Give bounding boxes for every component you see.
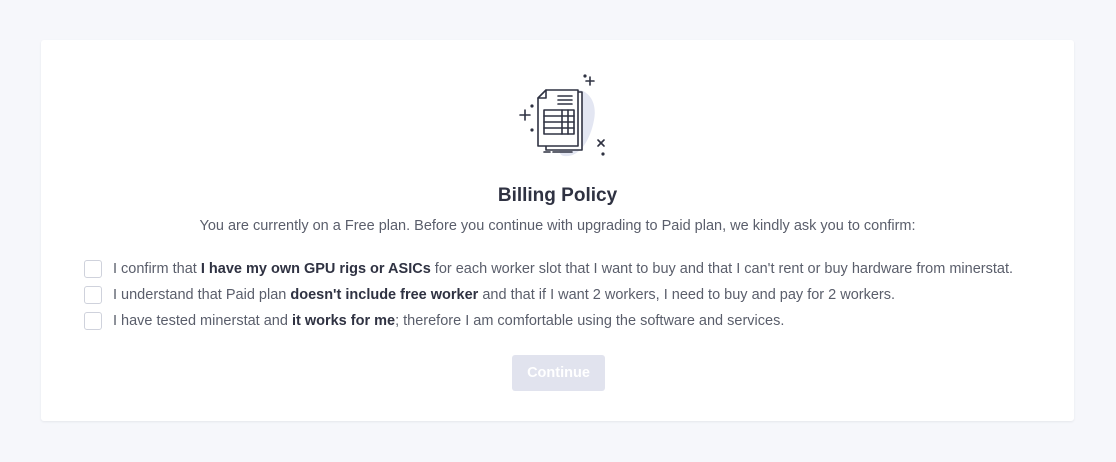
modal-title: Billing Policy [497,185,618,206]
confirm-own-hardware-label: I confirm that I have my own GPU rigs or… [113,261,1014,277]
confirm-own-hardware-row: I confirm that I have my own GPU rigs or… [84,256,1013,282]
confirm-no-free-worker-checkbox[interactable] [84,286,102,304]
confirm-no-free-worker-row: I understand that Paid plan doesn't incl… [84,282,1013,308]
document-table-icon [516,72,606,162]
continue-button[interactable]: Continue [512,355,605,391]
confirmation-checklist: I confirm that I have my own GPU rigs or… [84,256,1013,334]
confirm-tested-checkbox[interactable] [84,312,102,330]
confirm-own-hardware-checkbox[interactable] [84,260,102,278]
billing-policy-card: Billing Policy You are currently on a Fr… [41,40,1074,421]
confirm-no-free-worker-label: I understand that Paid plan doesn't incl… [113,287,896,303]
confirm-tested-row: I have tested minerstat and it works for… [84,308,1013,334]
modal-subtitle: You are currently on a Free plan. Before… [199,218,916,234]
confirm-tested-label: I have tested minerstat and it works for… [113,313,785,329]
